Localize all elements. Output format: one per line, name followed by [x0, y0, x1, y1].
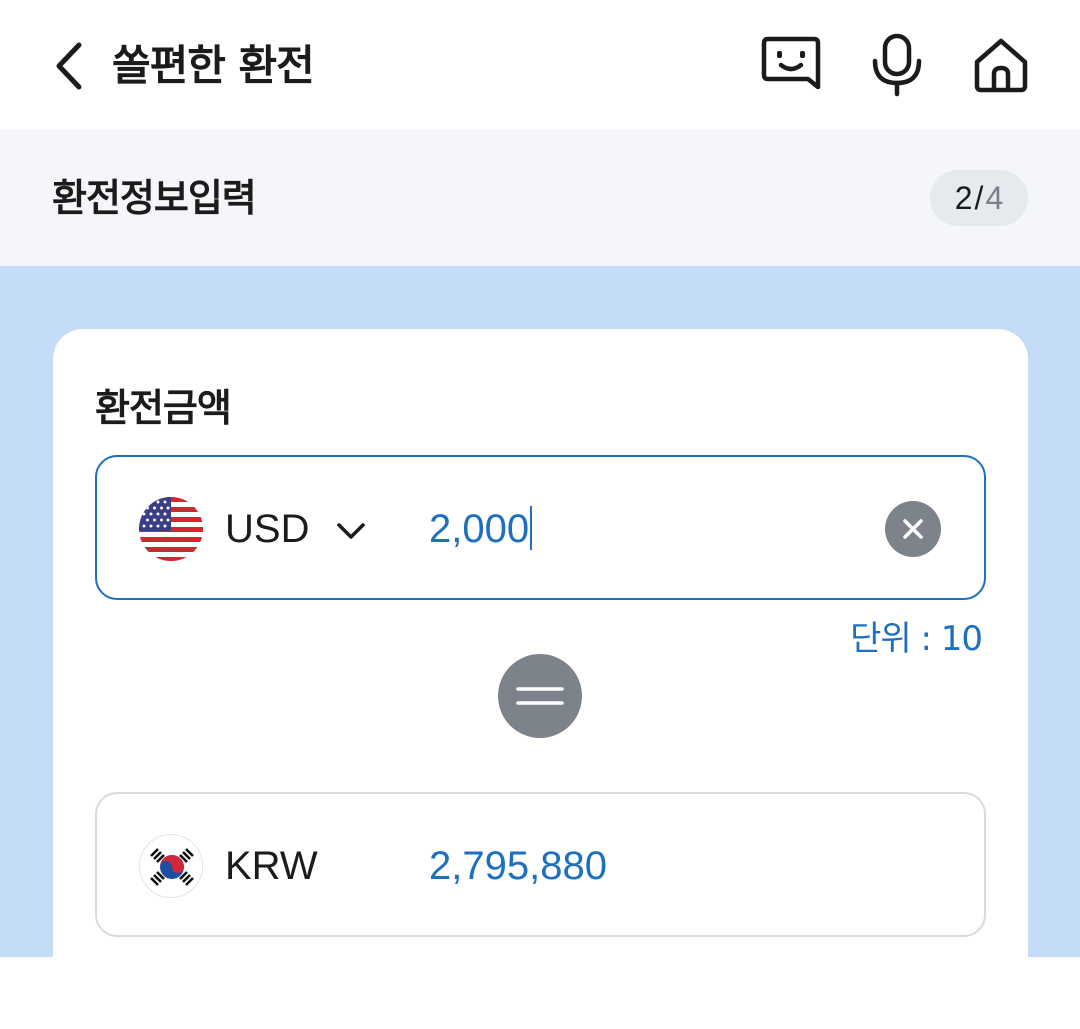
back-button[interactable] [40, 36, 96, 96]
app-header: 쏠편한 환전 [0, 0, 1080, 130]
voice-input-button[interactable] [864, 32, 930, 98]
home-icon [974, 38, 1028, 93]
chevron-left-icon [56, 42, 82, 90]
chatbot-icon [761, 36, 821, 90]
chatbot-button[interactable] [758, 32, 824, 98]
kr-flag-icon [139, 834, 203, 898]
text-cursor [530, 506, 533, 551]
from-amount-value: 2,000 [429, 507, 530, 551]
step-separator: / [974, 179, 984, 216]
to-currency-code: KRW [225, 844, 318, 888]
home-button[interactable] [968, 32, 1034, 98]
step-indicator-bar: 환전정보입력 2 / 4 [0, 130, 1080, 266]
equals-icon [498, 654, 582, 738]
section-label: 환전금액 [95, 386, 232, 430]
us-flag-icon [139, 497, 203, 561]
to-amount-field: KRW 2,795,880 [95, 792, 986, 937]
step-current: 2 [954, 179, 973, 216]
mic-icon [872, 33, 922, 97]
close-icon [903, 519, 923, 539]
from-currency-code[interactable]: USD [225, 501, 309, 557]
step-progress-badge: 2 / 4 [930, 170, 1028, 226]
step-title: 환전정보입력 [52, 176, 257, 220]
to-amount-value: 2,795,880 [429, 844, 607, 888]
from-amount-input[interactable]: 2,000 [429, 501, 533, 557]
from-amount-field[interactable]: USD 2,000 [95, 455, 986, 600]
step-total: 4 [985, 179, 1004, 216]
unit-note: 단위 : 10 [850, 619, 983, 659]
clear-amount-button[interactable] [885, 501, 941, 557]
page-title: 쏠편한 환전 [112, 41, 315, 90]
exchange-amount-card: 환전금액 USD 2,000 단위: 10 KRW 2,795,880 [53, 329, 1028, 1029]
chevron-down-icon [337, 523, 365, 539]
currency-dropdown-button[interactable] [329, 509, 373, 553]
